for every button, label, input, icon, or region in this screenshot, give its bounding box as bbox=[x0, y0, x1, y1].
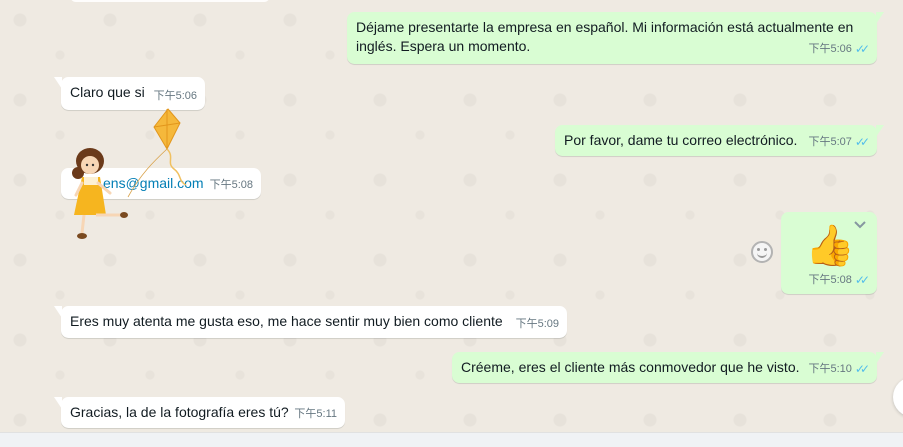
thumbs-up-emoji: 👍 bbox=[805, 224, 855, 268]
message-time: 下午5:06 bbox=[153, 90, 197, 102]
message-text: Eres muy atenta me gusta eso, me hace se… bbox=[70, 313, 503, 329]
message-text: Créeme, eres el cliente más conmovedor q… bbox=[461, 359, 800, 375]
message-time: 下午5:10 bbox=[808, 363, 852, 375]
double-check-icon: ✓✓ bbox=[854, 135, 870, 149]
message-time: 下午5:11 bbox=[294, 408, 337, 420]
message-text: Déjame presentarte la empresa en español… bbox=[356, 19, 854, 54]
message-time: 下午5:08 bbox=[808, 274, 852, 286]
message-meta: 下午5:07 ✓✓ bbox=[808, 133, 870, 152]
message-outgoing[interactable]: Por favor, dame tu correo electrónico. 下… bbox=[555, 125, 884, 156]
message-outgoing[interactable]: Déjame presentarte la empresa en español… bbox=[347, 12, 884, 64]
message-meta: 下午5:06 bbox=[154, 87, 197, 106]
composer-bar-edge bbox=[0, 432, 903, 447]
message-meta: 下午5:11 bbox=[294, 405, 337, 424]
girl-with-kite-sticker bbox=[72, 108, 187, 239]
message-meta: 下午5:08 bbox=[210, 176, 253, 195]
double-check-icon: ✓✓ bbox=[854, 42, 870, 56]
message-outgoing-emoji[interactable]: 👍 下午5:08 ✓✓ bbox=[781, 212, 877, 294]
message-incoming[interactable]: Eres muy atenta me gusta eso, me hace se… bbox=[54, 306, 567, 338]
message-text: Claro que si bbox=[70, 84, 145, 100]
chevron-down-icon[interactable] bbox=[853, 218, 867, 232]
message-incoming[interactable]: Gracias, la de la fotografía eres tú? 下午… bbox=[54, 397, 345, 428]
emoji-smiley-icon[interactable] bbox=[751, 241, 773, 263]
previous-message-edge bbox=[70, 0, 270, 2]
message-time: 下午5:06 bbox=[808, 43, 852, 55]
message-text: Por favor, dame tu correo electrónico. bbox=[564, 132, 798, 148]
double-check-icon: ✓✓ bbox=[854, 273, 870, 287]
message-time: 下午5:08 bbox=[209, 179, 253, 191]
double-check-icon: ✓✓ bbox=[854, 362, 870, 376]
message-time: 下午5:07 bbox=[808, 136, 852, 148]
message-meta: 下午5:10 ✓✓ bbox=[808, 360, 870, 379]
message-meta: 下午5:09 bbox=[516, 315, 559, 334]
message-outgoing[interactable]: Créeme, eres el cliente más conmovedor q… bbox=[452, 352, 884, 383]
message-meta: 下午5:08 ✓✓ bbox=[808, 271, 870, 290]
message-time: 下午5:09 bbox=[515, 318, 559, 330]
message-meta: 下午5:06 ✓✓ bbox=[808, 40, 870, 59]
message-text: Gracias, la de la fotografía eres tú? bbox=[70, 404, 289, 420]
